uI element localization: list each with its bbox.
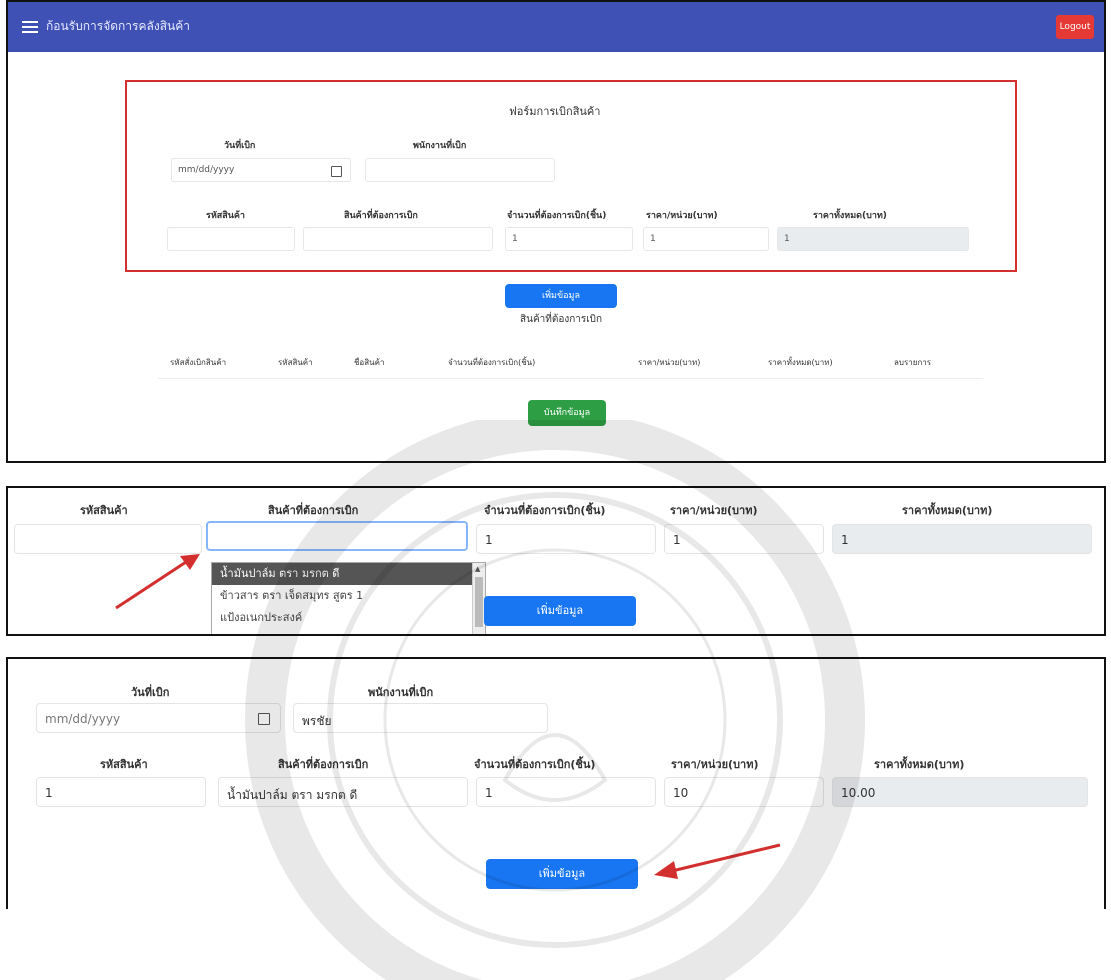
qty-input[interactable]: 1	[476, 777, 656, 807]
product-code-input[interactable]: 1	[36, 777, 206, 807]
screenshot-panel-filled: วันที่เบิก พนักงานที่เบิก mm/dd/yyyy พรช…	[6, 657, 1106, 909]
total-price-input: 1	[832, 524, 1092, 554]
app-title: ก้อนรับการจัดการคลังสินค้า	[46, 19, 190, 33]
app-bar: ก้อนรับการจัดการคลังสินค้า Logout	[8, 2, 1104, 52]
items-table-header: รหัสสั่งเบิกสินค้า รหัสสินค้า ชื่อสินค้า…	[158, 342, 983, 379]
employee-input[interactable]	[365, 158, 555, 182]
th-product-name: ชื่อสินค้า	[354, 358, 385, 367]
col-code-label: รหัสสินค้า	[206, 211, 245, 221]
total-price-input: 1	[777, 227, 969, 251]
list-title: สินค้าที่ต้องการเบิก	[520, 314, 603, 325]
col-total-label: ราคาทั้งหมด(บาท)	[874, 758, 965, 771]
col-product-label: สินค้าที่ต้องการเบิก	[268, 504, 359, 517]
th-qty: จำนวนที่ต้องการเบิก(ชิ้น)	[448, 358, 536, 367]
date-label: วันที่เบิก	[131, 686, 170, 699]
date-input[interactable]: mm/dd/yyyy	[36, 703, 281, 733]
col-unit-price-label: ราคา/หน่วย(บาท)	[670, 504, 758, 517]
th-withdraw-id: รหัสสั่งเบิกสินค้า	[170, 358, 227, 367]
product-select[interactable]: น้ำมันปาล์ม ตรา มรกต ดี	[218, 777, 468, 807]
screenshot-panel-dropdown: รหัสสินค้า สินค้าที่ต้องการเบิก จำนวนที่…	[6, 486, 1106, 636]
add-button[interactable]: เพิ่มข้อมูล	[505, 284, 617, 308]
employee-label: พนักงานที่เบิก	[368, 686, 434, 699]
th-unit-price: ราคา/หน่วย(บาท)	[638, 358, 701, 367]
product-dropdown-list[interactable]: น้ำมันปาล์ม ตรา มรกต ดี ข้าวสาร ตรา เจ็ด…	[211, 562, 486, 634]
date-placeholder: mm/dd/yyyy	[178, 165, 235, 175]
date-label: วันที่เบิก	[224, 141, 256, 151]
calendar-icon[interactable]	[258, 713, 270, 725]
scroll-thumb[interactable]	[475, 577, 483, 627]
employee-label: พนักงานที่เบิก	[413, 141, 467, 151]
add-button[interactable]: เพิ่มข้อมูล	[486, 859, 638, 889]
menu-icon[interactable]	[22, 21, 38, 33]
qty-input[interactable]: 1	[505, 227, 633, 251]
qty-input[interactable]: 1	[476, 524, 656, 554]
th-total: ราคาทั้งหมด(บาท)	[768, 358, 833, 367]
form-title: ฟอร์มการเบิกสินค้า	[509, 105, 601, 118]
calendar-icon[interactable]	[331, 166, 342, 177]
annotation-arrow-icon	[654, 843, 781, 879]
col-qty-label: จำนวนที่ต้องการเบิก(ชิ้น)	[484, 504, 606, 517]
scroll-up-icon[interactable]: ▲	[475, 565, 480, 573]
col-product-label: สินค้าที่ต้องการเบิก	[344, 211, 418, 221]
col-qty-label: จำนวนที่ต้องการเบิก(ชิ้น)	[507, 211, 607, 221]
screenshot-panel-form: ก้อนรับการจัดการคลังสินค้า Logout ฟอร์มก…	[6, 0, 1106, 463]
unit-price-input[interactable]: 1	[643, 227, 769, 251]
date-placeholder: mm/dd/yyyy	[45, 712, 121, 726]
dropdown-option[interactable]: แป้งอเนกประสงค์	[212, 607, 485, 629]
annotation-arrow-icon	[115, 554, 200, 610]
col-code-label: รหัสสินค้า	[100, 758, 148, 771]
col-unit-price-label: ราคา/หน่วย(บาท)	[671, 758, 759, 771]
col-total-label: ราคาทั้งหมด(บาท)	[902, 504, 993, 517]
date-input[interactable]: mm/dd/yyyy	[171, 158, 351, 182]
unit-price-input[interactable]: 1	[664, 524, 824, 554]
save-button[interactable]: บันทึกข้อมูล	[528, 400, 606, 426]
col-total-label: ราคาทั้งหมด(บาท)	[813, 211, 887, 221]
product-code-input[interactable]	[167, 227, 295, 251]
add-button[interactable]: เพิ่มข้อมูล	[484, 596, 636, 626]
col-code-label: รหัสสินค้า	[80, 504, 128, 517]
dropdown-option[interactable]: น้ำมันปาล์ม ตรา มรกต ดี	[212, 563, 485, 585]
dropdown-option[interactable]: ข้าวสาร ตรา เจ็ดสมุทร สูตร 1	[212, 585, 485, 607]
total-price-input: 10.00	[832, 777, 1088, 807]
th-product-code: รหัสสินค้า	[278, 358, 313, 367]
th-delete: ลบรายการ	[894, 358, 932, 367]
col-unit-price-label: ราคา/หน่วย(บาท)	[646, 211, 718, 221]
product-code-input[interactable]	[14, 524, 202, 554]
unit-price-input[interactable]: 10	[664, 777, 824, 807]
product-select[interactable]	[206, 521, 468, 551]
product-select[interactable]	[303, 227, 493, 251]
col-qty-label: จำนวนที่ต้องการเบิก(ชิ้น)	[474, 758, 596, 771]
logout-button[interactable]: Logout	[1056, 15, 1094, 39]
employee-input[interactable]: พรชัย	[293, 703, 548, 733]
col-product-label: สินค้าที่ต้องการเบิก	[278, 758, 369, 771]
form-highlight-box: ฟอร์มการเบิกสินค้า วันที่เบิก พนักงานที่…	[125, 80, 1017, 272]
